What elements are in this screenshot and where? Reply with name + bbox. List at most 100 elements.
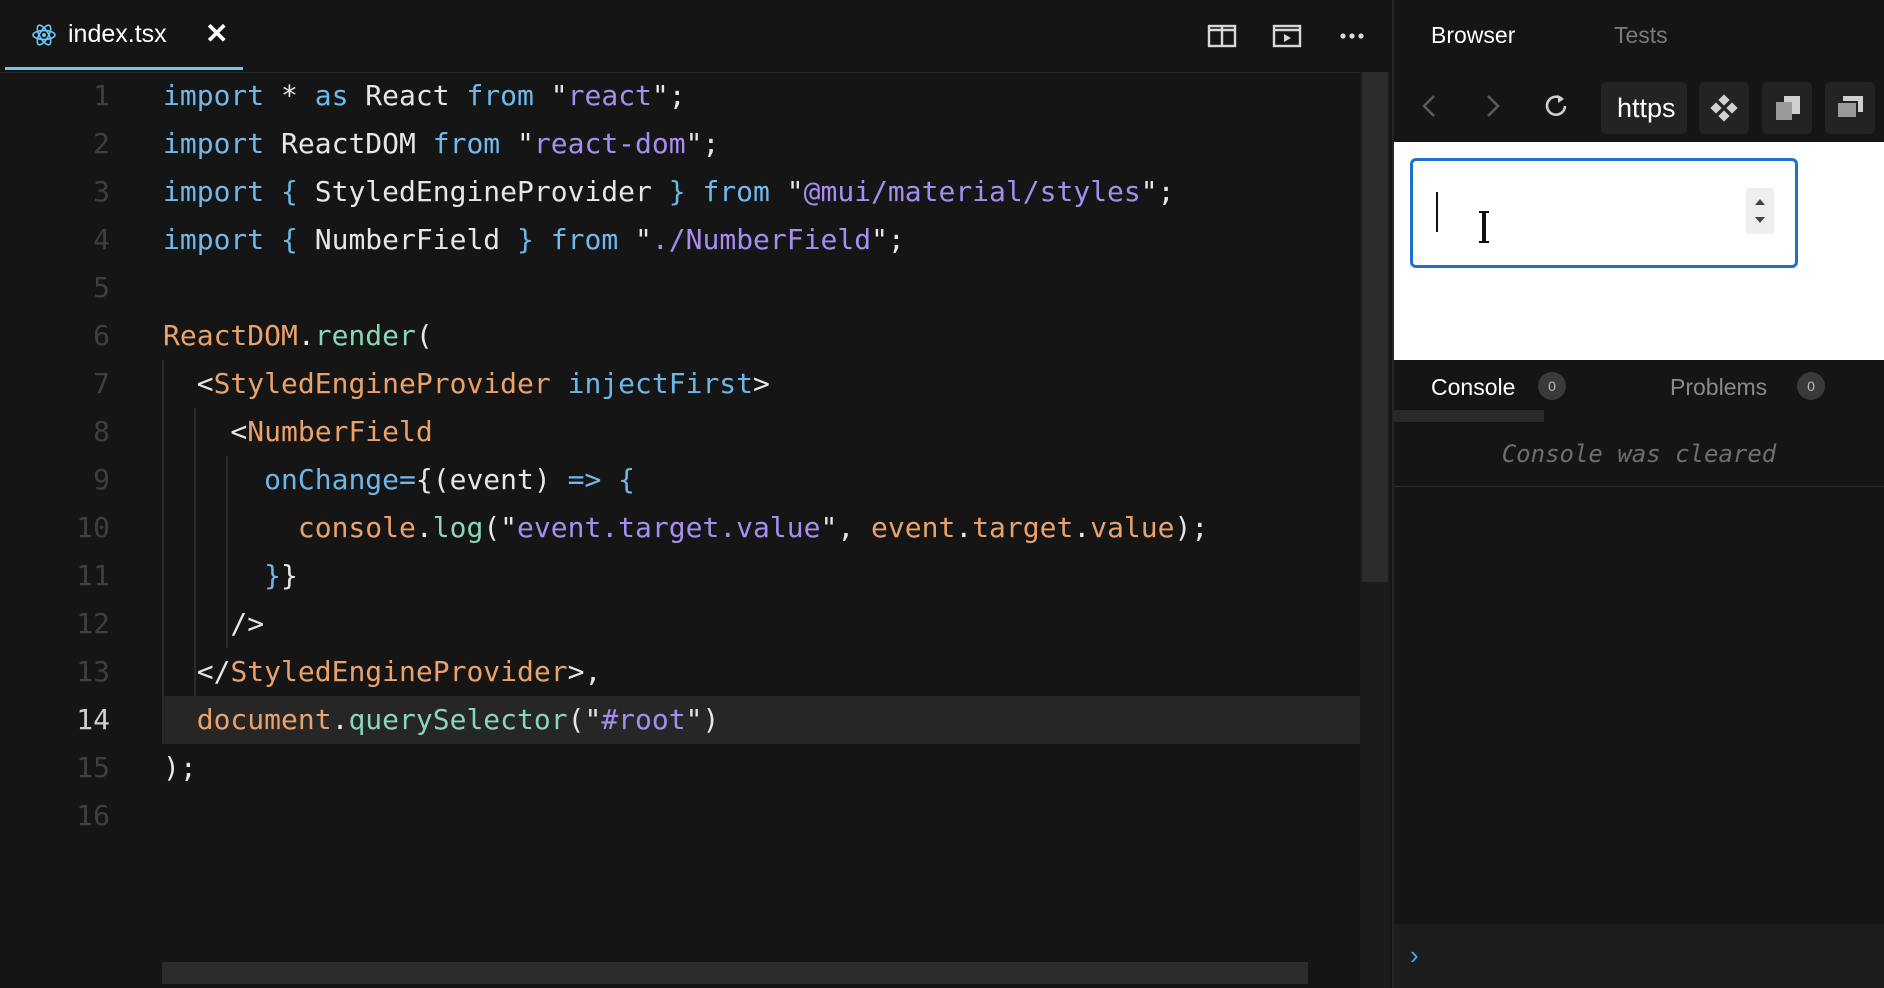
code-line[interactable]: 15);: [0, 744, 1390, 792]
back-icon[interactable]: [1414, 90, 1446, 122]
code-text: import { StyledEngineProvider } from "@m…: [163, 168, 1175, 216]
code-token: *: [264, 79, 315, 112]
codesandbox-button[interactable]: [1699, 82, 1749, 134]
code-token: =: [399, 463, 416, 496]
console-divider: [1394, 486, 1884, 487]
problems-count-badge: 0: [1797, 372, 1825, 400]
copy-button[interactable]: [1762, 82, 1812, 134]
code-line[interactable]: 14 document.querySelector("#root"): [76, 696, 1390, 744]
vertical-scrollbar-thumb[interactable]: [1362, 72, 1388, 582]
code-line[interactable]: 5: [0, 264, 1390, 312]
code-token: ReactDOM: [264, 127, 433, 160]
code-token: ";: [651, 79, 686, 112]
line-number: 3: [93, 175, 110, 208]
code-text: import ReactDOM from "react-dom";: [163, 120, 719, 168]
code-line[interactable]: 10 console.log("event.target.value", eve…: [0, 504, 1390, 552]
code-line[interactable]: 1 import * as React from "react";: [0, 72, 1390, 120]
console-message: Console was cleared: [1501, 440, 1777, 468]
line-number: 2: [93, 127, 110, 160]
tab-tests[interactable]: Tests: [1614, 22, 1668, 49]
code-text: document.querySelector("#root"): [163, 696, 720, 744]
indent-guide: [162, 360, 164, 744]
code-token: from: [466, 79, 534, 112]
refresh-icon[interactable]: [1540, 90, 1572, 122]
code-token: ";: [871, 223, 905, 256]
preview-panel: Browser Tests https Console 0 Problems 0…: [1392, 0, 1884, 988]
line-number: 8: [93, 415, 110, 448]
close-tab-button[interactable]: ✕: [205, 17, 228, 50]
code-token: .: [331, 703, 349, 736]
line-number: 11: [76, 559, 110, 592]
code-token: import: [163, 223, 265, 256]
preview-icon[interactable]: [1271, 20, 1303, 52]
code-line[interactable]: 13 </StyledEngineProvider>,: [0, 648, 1390, 696]
code-token: <: [163, 415, 248, 448]
code-line[interactable]: 3 import { StyledEngineProvider } from "@…: [0, 168, 1390, 216]
code-text: import * as React from "react";: [163, 72, 686, 120]
code-token: >: [753, 367, 770, 400]
number-field-input[interactable]: [1410, 158, 1798, 268]
code-token: ": [769, 175, 804, 208]
line-number: 5: [93, 271, 110, 304]
code-token: >,: [567, 655, 602, 688]
code-token: #root: [601, 703, 686, 736]
code-token: }: [264, 559, 282, 592]
code-area[interactable]: 1 import * as React from "react"; 2 import …: [0, 72, 1390, 972]
line-number: 14: [76, 703, 110, 736]
code-line[interactable]: 4 import { NumberField } from "./NumberFi…: [0, 216, 1390, 264]
url-input[interactable]: https: [1601, 82, 1687, 134]
code-text: console.log("event.target.value", event.…: [163, 504, 1208, 552]
code-token: document: [196, 703, 332, 736]
code-text: ReactDOM.render(: [163, 312, 433, 360]
split-editor-icon[interactable]: [1206, 20, 1238, 52]
console-count-badge: 0: [1538, 372, 1566, 400]
code-line[interactable]: 9 onChange={(event) => {: [0, 456, 1390, 504]
code-text: />: [163, 600, 264, 648]
code-line[interactable]: 16: [0, 792, 1390, 840]
line-number: 4: [93, 223, 110, 256]
line-number: 7: [93, 367, 110, 400]
tab-browser[interactable]: Browser: [1431, 22, 1515, 49]
code-token: }: [668, 175, 686, 208]
code-line[interactable]: 6 ReactDOM.render(: [0, 312, 1390, 360]
code-token: injectFirst: [567, 367, 754, 400]
tab-problems[interactable]: Problems: [1670, 374, 1767, 401]
copy-icon: [1776, 96, 1800, 120]
more-icon[interactable]: [1336, 20, 1368, 52]
code-text: import { NumberField } from "./NumberFie…: [163, 216, 905, 264]
code-token: ReactDOM: [163, 319, 298, 352]
code-token: render: [314, 319, 416, 352]
code-token: StyledEngineProvider: [230, 655, 568, 688]
code-line[interactable]: 12 />: [0, 600, 1390, 648]
code-editor[interactable]: index.tsx ✕ 1 import * as React from "rea…: [0, 0, 1390, 988]
code-token: from: [550, 223, 619, 256]
line-number: 1: [93, 79, 110, 112]
code-token: React: [348, 79, 467, 112]
code-token: value: [1090, 511, 1175, 544]
tab-index-tsx[interactable]: index.tsx ✕: [5, 0, 243, 70]
line-number: 12: [76, 607, 110, 640]
code-token: {: [281, 175, 298, 208]
code-line[interactable]: 8 <NumberField: [0, 408, 1390, 456]
console-tab-bar: Console 0 Problems 0: [1394, 362, 1884, 414]
line-number: 6: [93, 319, 110, 352]
code-token: querySelector: [348, 703, 568, 736]
code-token: StyledEngineProvider: [213, 367, 551, 400]
code-line[interactable]: 11 }}: [0, 552, 1390, 600]
line-number: 16: [76, 799, 110, 832]
console-input[interactable]: ›: [1394, 924, 1884, 988]
horizontal-scrollbar[interactable]: [162, 962, 1308, 984]
forward-icon[interactable]: [1476, 90, 1508, 122]
code-text: </StyledEngineProvider>,: [163, 648, 602, 696]
tab-console[interactable]: Console: [1431, 374, 1515, 401]
code-token: {: [281, 223, 298, 256]
code-line[interactable]: 2 import ReactDOM from "react-dom";: [0, 120, 1390, 168]
code-line[interactable]: 7 <StyledEngineProvider injectFirst>: [0, 360, 1390, 408]
open-window-button[interactable]: [1825, 82, 1875, 134]
code-token: NumberField: [297, 223, 518, 256]
